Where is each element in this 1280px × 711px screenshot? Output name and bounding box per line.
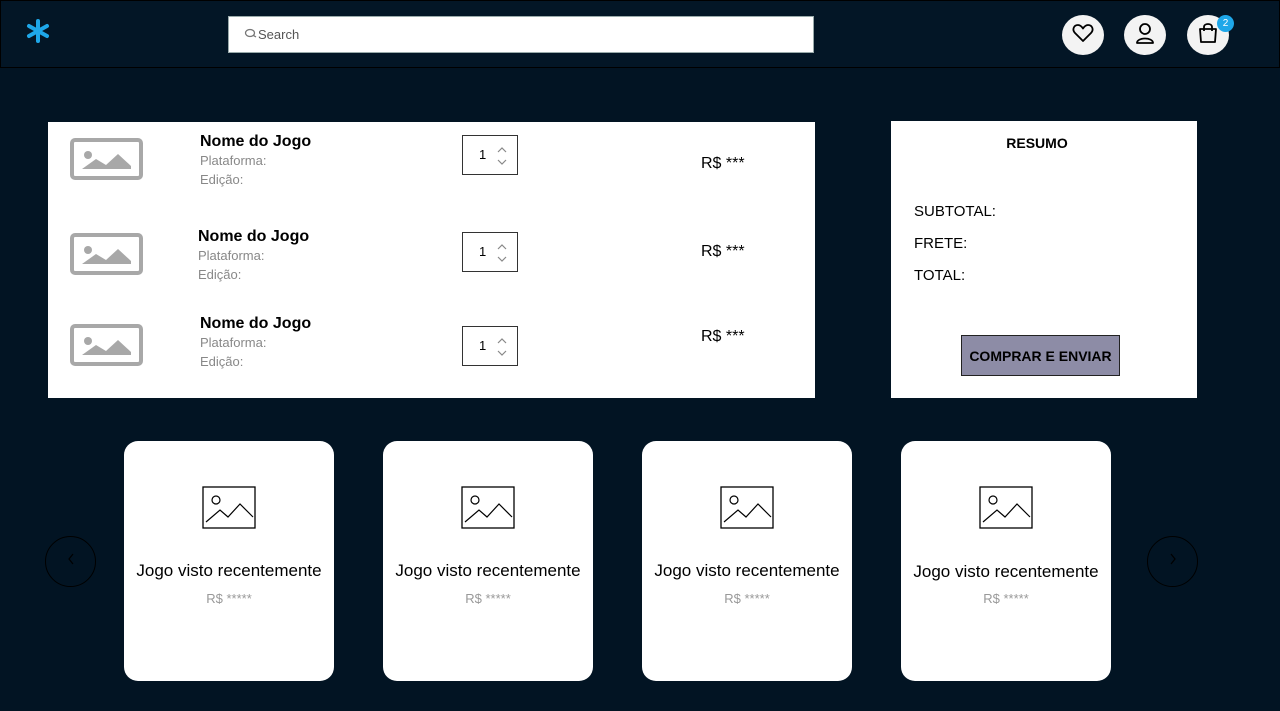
card-price: R$ ***** — [206, 591, 252, 606]
top-header: 2 — [0, 0, 1280, 68]
recent-game-card[interactable]: Jogo visto recentemente R$ ***** — [383, 441, 593, 681]
carousel-next-button[interactable] — [1147, 536, 1198, 587]
summary-title: RESUMO — [1006, 135, 1068, 151]
cart-count-badge: 2 — [1217, 15, 1234, 32]
image-placeholder-icon — [720, 486, 774, 529]
card-title: Jogo visto recentemente — [654, 561, 840, 580]
chevron-right-icon — [1168, 552, 1178, 571]
image-placeholder-icon — [202, 486, 256, 529]
image-placeholder-icon — [979, 486, 1033, 529]
card-title: Jogo visto recentemente — [913, 562, 1099, 581]
buy-and-ship-button[interactable]: COMPRAR E ENVIAR — [961, 335, 1120, 376]
cart-items-panel: Nome do Jogo Plataforma: Edição: 1 R$ **… — [48, 122, 815, 398]
heart-icon — [1072, 23, 1094, 48]
image-placeholder-icon — [461, 486, 515, 529]
chevron-left-icon — [66, 552, 76, 571]
asterisk-logo-icon[interactable] — [23, 15, 53, 49]
item-edition: Edição: — [198, 267, 242, 282]
stepper-arrows-icon[interactable] — [497, 145, 507, 167]
shipping-label: FRETE: — [914, 235, 968, 252]
search-icon — [244, 28, 258, 42]
item-info: Nome do Jogo Plataforma: Edição: — [198, 227, 309, 284]
item-platform: Plataforma: — [200, 335, 267, 350]
stepper-arrows-icon[interactable] — [497, 242, 507, 264]
item-name[interactable]: Nome do Jogo — [198, 227, 309, 246]
item-name[interactable]: Nome do Jogo — [200, 314, 311, 333]
recent-game-card[interactable]: Jogo visto recentemente R$ ***** — [642, 441, 852, 681]
quantity-stepper[interactable]: 1 — [462, 232, 518, 272]
search-bar[interactable] — [228, 16, 814, 53]
recent-game-card[interactable]: Jogo visto recentemente R$ ***** — [901, 441, 1111, 681]
total-label: TOTAL: — [914, 267, 966, 284]
image-placeholder-icon — [70, 233, 143, 275]
cart-page: 2 Nome do Jogo Plataforma: Edição: 1 — [0, 0, 1280, 711]
quantity-value: 1 — [479, 244, 487, 259]
card-price: R$ ***** — [724, 591, 770, 606]
order-summary-panel: RESUMO SUBTOTAL: FRETE: TOTAL: COMPRAR E… — [891, 121, 1197, 398]
recent-game-card[interactable]: Jogo visto recentemente R$ ***** — [124, 441, 334, 681]
item-edition: Edição: — [200, 354, 244, 369]
account-button[interactable] — [1124, 15, 1166, 55]
carousel-prev-button[interactable] — [45, 536, 96, 587]
item-price: R$ *** — [701, 328, 745, 345]
card-title: Jogo visto recentemente — [136, 561, 322, 580]
item-price: R$ *** — [701, 243, 745, 260]
quantity-stepper[interactable]: 1 — [462, 135, 518, 175]
item-platform: Plataforma: — [198, 248, 265, 263]
cart-item-row: Nome do Jogo Plataforma: Edição: 1 R$ **… — [48, 132, 815, 192]
item-edition: Edição: — [200, 172, 244, 187]
user-icon — [1134, 21, 1156, 50]
subtotal-label: SUBTOTAL: — [914, 203, 996, 220]
cart-item-row: Nome do Jogo Plataforma: Edição: 1 R$ **… — [48, 227, 815, 287]
card-price: R$ ***** — [983, 591, 1029, 606]
quantity-value: 1 — [479, 147, 487, 162]
item-info: Nome do Jogo Plataforma: Edição: — [200, 132, 311, 189]
image-placeholder-icon — [70, 138, 143, 180]
quantity-value: 1 — [479, 338, 487, 353]
favorites-button[interactable] — [1062, 15, 1104, 55]
cart-item-row: Nome do Jogo Plataforma: Edição: 1 R$ **… — [48, 314, 815, 374]
quantity-stepper[interactable]: 1 — [462, 326, 518, 366]
item-name[interactable]: Nome do Jogo — [200, 132, 311, 151]
item-info: Nome do Jogo Plataforma: Edição: — [200, 314, 311, 371]
card-price: R$ ***** — [465, 591, 511, 606]
stepper-arrows-icon[interactable] — [497, 336, 507, 358]
search-input[interactable] — [258, 17, 813, 52]
image-placeholder-icon — [70, 324, 143, 366]
card-title: Jogo visto recentemente — [395, 561, 581, 580]
item-price: R$ *** — [701, 155, 745, 172]
item-platform: Plataforma: — [200, 153, 267, 168]
